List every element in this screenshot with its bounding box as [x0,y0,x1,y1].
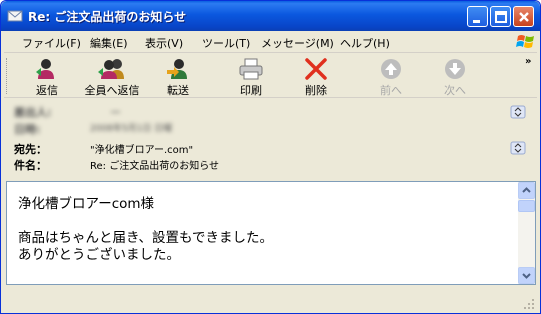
delete-button[interactable]: 削除 [291,56,341,97]
windows-logo-icon [516,32,536,52]
to-label: 宛先： [14,143,47,156]
next-label: 次へ [444,84,466,97]
message-window: Re: ご注文品出荷のお知らせ ファイル(F) 編集(E) 表示(V) ツール(… [0,0,541,314]
reply-all-icon [98,59,124,79]
chevron-down-icon [522,273,531,279]
to-value: "浄化槽ブロアー.com" [90,145,194,156]
scroll-up-button[interactable] [518,182,535,199]
greeting-line: 浄化槽ブロアーcom様 [18,196,155,212]
scroll-thumb[interactable] [518,200,535,212]
menu-message[interactable]: メッセージ(M) [261,35,334,51]
message-body[interactable]: 浄化槽ブロアーcom様 商品はちゃんと届き、設置もできました。 ありがとうござい… [6,181,536,285]
reply-button[interactable]: 返信 [22,56,72,97]
vertical-scrollbar[interactable] [518,182,535,284]
message-text: 浄化槽ブロアーcom様 商品はちゃんと届き、設置もできました。 ありがとうござい… [18,196,273,264]
print-label: 印刷 [240,84,262,97]
reply-label: 返信 [36,84,58,97]
toolbar: 返信 全員へ返信 転送 印刷 削除 前へ 次へ » [4,54,537,98]
up-arrow-icon [381,59,401,79]
next-button[interactable]: 次へ [430,56,480,97]
minimize-button[interactable] [467,6,488,27]
printer-icon [239,58,263,80]
toolbar-grip[interactable] [6,58,9,94]
maximize-icon [495,11,507,23]
to-expand-icon[interactable] [510,141,526,155]
body-line-2: ありがとうございました。 [18,247,180,263]
subject-label: 件名： [14,159,47,172]
previous-button[interactable]: 前へ [366,56,416,97]
date-label: 日時: [14,123,41,136]
print-button[interactable]: 印刷 [226,56,276,97]
from-expand-icon[interactable] [510,105,526,119]
previous-label: 前へ [380,84,402,97]
reply-all-label: 全員へ返信 [84,84,140,97]
delete-label: 削除 [305,84,327,97]
menu-file[interactable]: ファイル(F) [22,35,81,51]
reply-icon [36,59,54,79]
menu-edit[interactable]: 編集(E) [90,35,128,51]
menu-bar: ファイル(F) 編集(E) 表示(V) ツール(T) メッセージ(M) ヘルプ(… [4,31,537,53]
chevron-up-icon [522,187,531,193]
message-headers: 差出人: ー 日時: 2008年5月1日 日曜 宛先： "浄化槽ブロアー.com… [4,99,537,177]
subject-value: Re: ご注文品出荷のお知らせ [90,161,219,172]
window-title: Re: ご注文品出荷のお知らせ [28,10,187,24]
forward-label: 転送 [167,84,189,97]
status-bar [4,288,537,312]
close-button[interactable] [513,6,534,27]
mail-envelope-icon [7,8,23,24]
forward-button[interactable]: 転送 [153,56,203,97]
minimize-icon [473,20,480,23]
close-icon [519,12,529,22]
down-arrow-icon [445,59,465,79]
resize-grip-icon[interactable] [523,298,535,310]
menu-help[interactable]: ヘルプ(H) [340,35,390,51]
from-label: 差出人: [14,106,52,119]
menu-view[interactable]: 表示(V) [145,35,183,51]
title-bar[interactable]: Re: ご注文品出荷のお知らせ [1,1,540,31]
date-value: 2008年5月1日 日曜 [90,124,173,134]
body-line-1: 商品はちゃんと届き、設置もできました。 [18,230,274,246]
scroll-down-button[interactable] [518,267,535,284]
delete-x-icon [305,58,327,80]
forward-icon [167,59,187,79]
toolbar-overflow-chevron-icon[interactable]: » [525,56,531,67]
from-value: ー [110,106,121,119]
maximize-button[interactable] [490,6,511,27]
reply-all-button[interactable]: 全員へ返信 [82,56,142,97]
menu-tools[interactable]: ツール(T) [202,35,250,51]
